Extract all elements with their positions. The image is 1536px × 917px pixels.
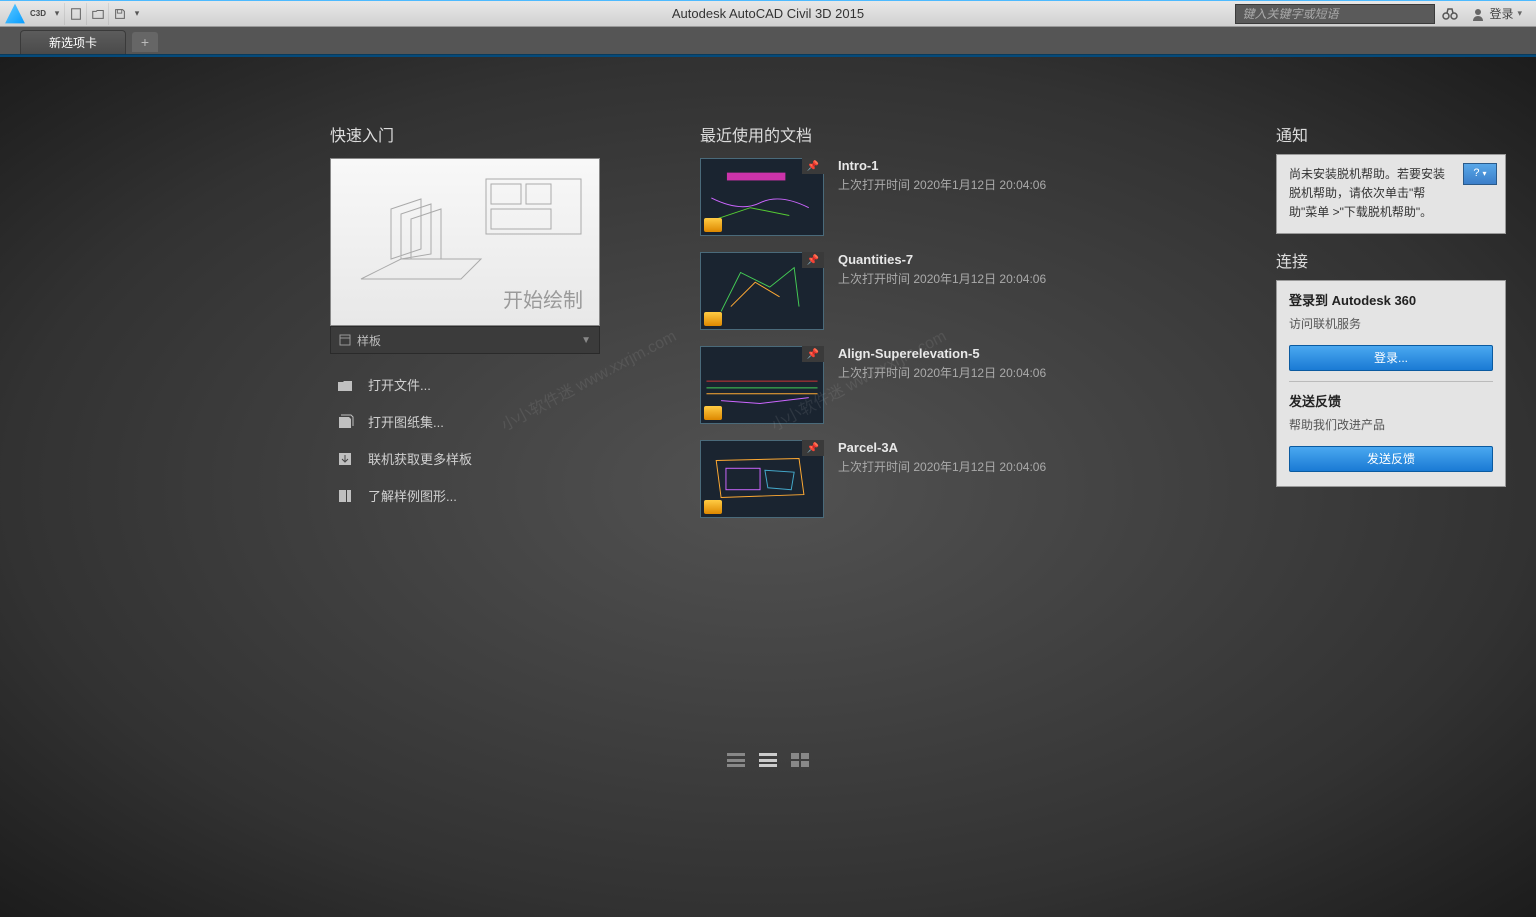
search-placeholder: 键入关键字或短语	[1242, 5, 1338, 22]
view-large-icon[interactable]	[791, 753, 809, 767]
binoculars-icon[interactable]	[1439, 3, 1461, 25]
view-medium-icon[interactable]	[759, 753, 777, 767]
start-drawing-illustration	[341, 169, 591, 309]
start-page: 快速入门 开始绘制 样板 ▼ 打开文件...	[0, 55, 1536, 917]
a360-heading: 登录到 Autodesk 360	[1289, 291, 1493, 312]
pin-icon[interactable]: 📌	[802, 346, 824, 362]
login-button[interactable]: 登录 ▾	[1465, 5, 1528, 22]
recent-title: 最近使用的文档	[700, 122, 1130, 146]
recent-date: 上次打开时间 2020年1月12日 20:04:06	[838, 270, 1046, 287]
recent-name[interactable]: Intro-1	[838, 158, 1046, 173]
tab-new[interactable]: 新选项卡	[20, 30, 126, 54]
tab-add-button[interactable]: +	[132, 32, 158, 52]
qat-save-icon[interactable]	[108, 3, 130, 25]
explore-samples-link[interactable]: 了解样例图形...	[330, 477, 620, 514]
recent-item: 📌 Quantities-7 上次打开时间 2020年1月12日 20:04:0…	[700, 252, 1130, 330]
pin-icon[interactable]: 📌	[802, 440, 824, 456]
feedback-heading: 发送反馈	[1289, 392, 1493, 413]
recent-item: 📌 Intro-1 上次打开时间 2020年1月12日 20:04:06	[700, 158, 1130, 236]
qat-new-icon[interactable]	[64, 3, 86, 25]
recent-name[interactable]: Parcel-3A	[838, 440, 1046, 455]
dwg-badge-icon	[704, 312, 722, 326]
title-bar: C3D ▾ ▾ Autodesk AutoCAD Civil 3D 2015 键…	[0, 0, 1536, 27]
recent-name[interactable]: Align-Superelevation-5	[838, 346, 1046, 361]
dwg-badge-icon	[704, 406, 722, 420]
qat-open-icon[interactable]	[86, 3, 108, 25]
dwg-badge-icon	[704, 218, 722, 232]
tab-strip: 新选项卡 +	[0, 27, 1536, 55]
view-switch	[727, 753, 809, 767]
recent-thumb[interactable]: 📌	[700, 158, 824, 236]
a360-login-button[interactable]: 登录...	[1289, 345, 1493, 371]
feedback-button[interactable]: 发送反馈	[1289, 446, 1493, 472]
app-variant-label: C3D	[30, 9, 46, 18]
connect-panel: 登录到 Autodesk 360 访问联机服务 登录... 发送反馈 帮助我们改…	[1276, 280, 1506, 487]
help-icon: ?	[1473, 165, 1479, 183]
samples-icon	[336, 487, 354, 505]
chevron-down-icon: ▼	[581, 335, 591, 346]
open-sheetset-link[interactable]: 打开图纸集...	[330, 403, 620, 440]
recent-date: 上次打开时间 2020年1月12日 20:04:06	[838, 176, 1046, 193]
a360-sub: 访问联机服务	[1289, 315, 1493, 334]
user-icon	[1471, 7, 1485, 21]
feedback-sub: 帮助我们改进产品	[1289, 416, 1493, 435]
action-label: 联机获取更多样板	[368, 449, 472, 468]
help-button[interactable]: ?▾	[1463, 163, 1497, 185]
template-icon	[339, 334, 351, 346]
view-small-icon[interactable]	[727, 753, 745, 767]
recent-name[interactable]: Quantities-7	[838, 252, 1046, 267]
folder-open-icon	[336, 376, 354, 394]
connect-title: 连接	[1276, 248, 1506, 272]
notify-panel: ?▾ 尚未安装脱机帮助。若要安装脱机帮助，请依次单击"帮助"菜单 >"下载脱机帮…	[1276, 154, 1506, 234]
quick-start-section: 快速入门 开始绘制 样板 ▼ 打开文件...	[330, 122, 620, 897]
download-icon	[336, 450, 354, 468]
quick-start-title: 快速入门	[330, 122, 620, 146]
side-panels: 通知 ?▾ 尚未安装脱机帮助。若要安装脱机帮助，请依次单击"帮助"菜单 >"下载…	[1276, 122, 1506, 487]
action-label: 打开文件...	[368, 375, 431, 394]
sheetset-icon	[336, 413, 354, 431]
open-file-link[interactable]: 打开文件...	[330, 366, 620, 403]
recent-section: 最近使用的文档 📌 Intro-1 上次打开时间 2020年1月12日 20:0…	[700, 122, 1130, 897]
template-dropdown[interactable]: 样板 ▼	[330, 326, 600, 354]
recent-item: 📌 Parcel-3A 上次打开时间 2020年1月12日 20:04:06	[700, 440, 1130, 518]
recent-date: 上次打开时间 2020年1月12日 20:04:06	[838, 458, 1046, 475]
search-input[interactable]: 键入关键字或短语	[1235, 4, 1435, 24]
start-drawing-card[interactable]: 开始绘制	[330, 158, 600, 326]
pin-icon[interactable]: 📌	[802, 252, 824, 268]
template-label: 样板	[357, 332, 381, 349]
notify-title: 通知	[1276, 122, 1506, 146]
pin-icon[interactable]: 📌	[802, 158, 824, 174]
action-label: 了解样例图形...	[368, 486, 457, 505]
recent-date: 上次打开时间 2020年1月12日 20:04:06	[838, 364, 1046, 381]
login-label: 登录	[1489, 5, 1513, 22]
dwg-badge-icon	[704, 500, 722, 514]
window-title: Autodesk AutoCAD Civil 3D 2015	[672, 6, 864, 21]
tab-label: 新选项卡	[49, 34, 97, 51]
app-icon	[4, 3, 26, 25]
recent-thumb[interactable]: 📌	[700, 440, 824, 518]
app-menu-dropdown[interactable]: ▾	[50, 8, 64, 19]
recent-thumb[interactable]: 📌	[700, 346, 824, 424]
qat-customize-dropdown[interactable]: ▾	[130, 8, 144, 19]
get-templates-link[interactable]: 联机获取更多样板	[330, 440, 620, 477]
recent-item: 📌 Align-Superelevation-5 上次打开时间 2020年1月1…	[700, 346, 1130, 424]
action-label: 打开图纸集...	[368, 412, 444, 431]
recent-thumb[interactable]: 📌	[700, 252, 824, 330]
